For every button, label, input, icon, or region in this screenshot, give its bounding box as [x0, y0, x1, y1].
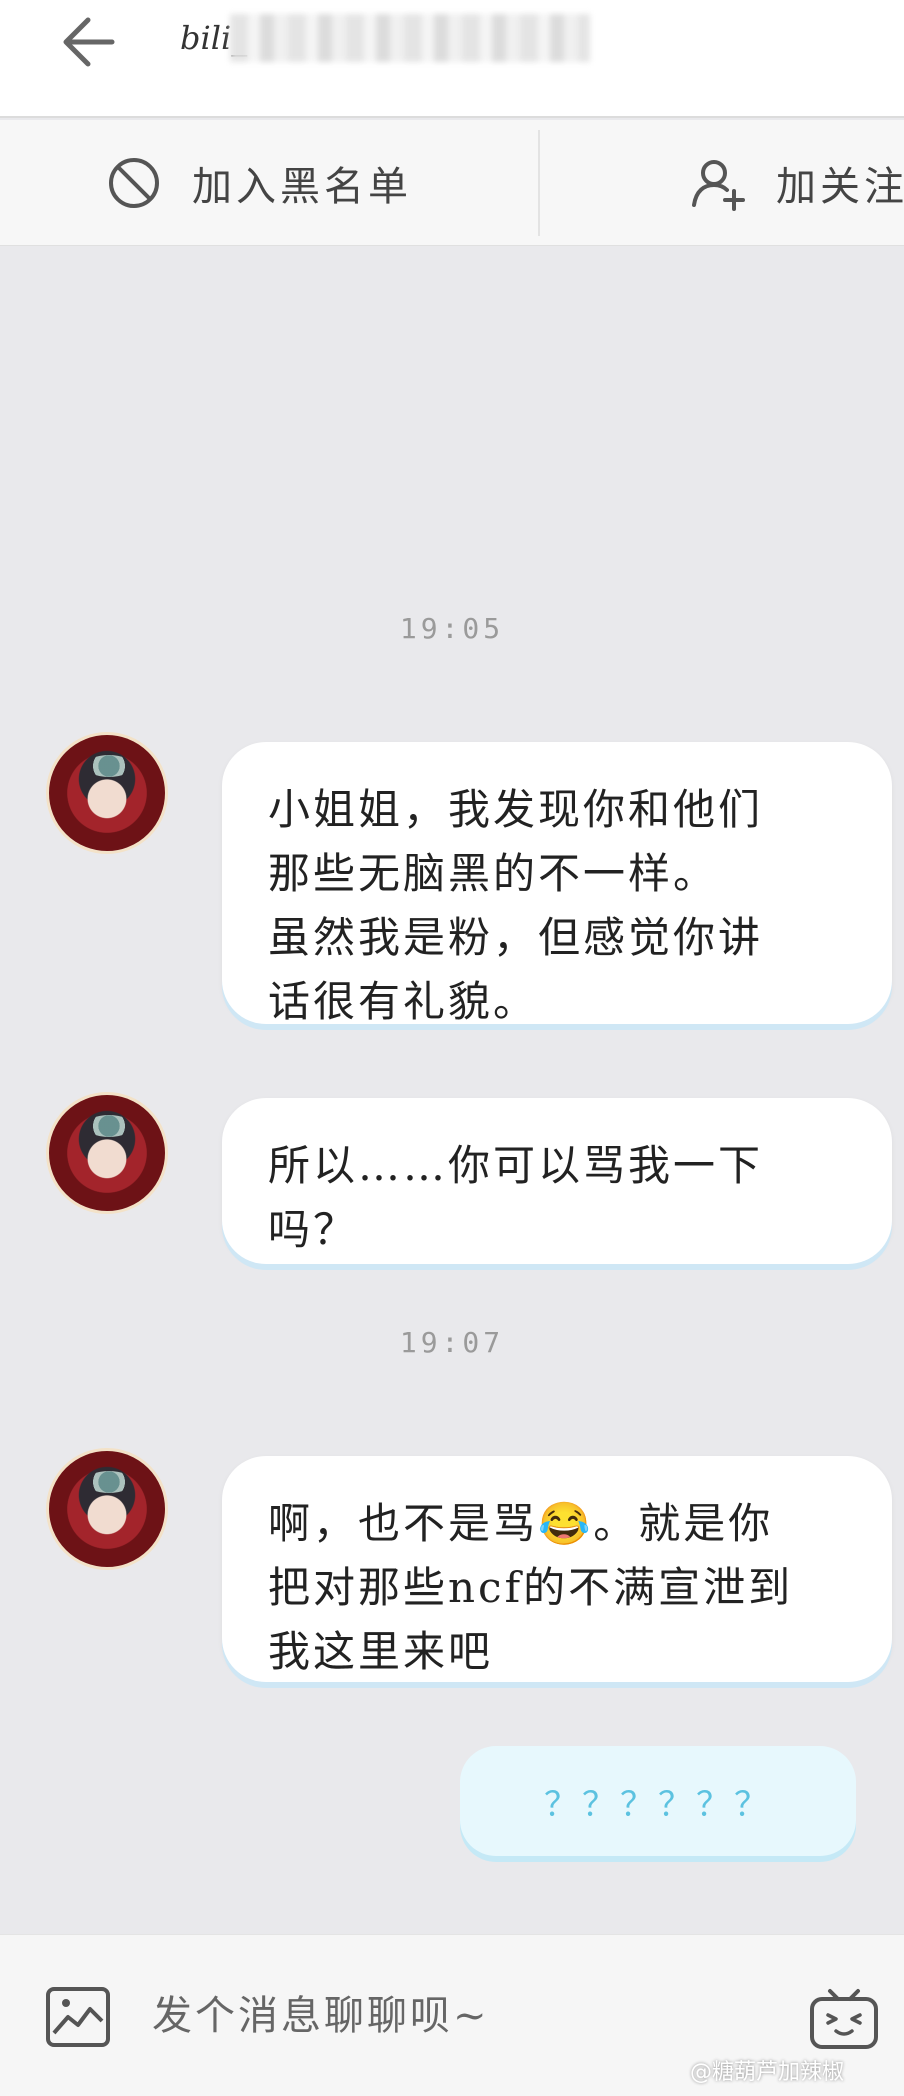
timestamp: 19:05: [399, 612, 505, 645]
top-bar: bili_: [0, 0, 904, 118]
watermark: @糖葫芦加辣椒: [690, 2060, 845, 2085]
follow-label: 加关注: [776, 164, 904, 210]
user-plus-icon: [692, 160, 745, 211]
image-icon[interactable]: [44, 1985, 112, 2049]
blacklist-button[interactable]: 加入黑名单: [106, 120, 412, 246]
message-bubble: 小姐姐，我发现你和他们 那些无脑黑的不一样。 虽然我是粉，但感觉你讲 话很有礼貌…: [222, 742, 892, 1026]
message-text: 所以……你可以骂我一下 吗？: [268, 1141, 764, 1254]
chat-area[interactable]: 19:05 小姐姐，我发现你和他们 那些无脑黑的不一样。 虽然我是粉，但感觉你讲…: [0, 246, 904, 1934]
bilibili-tv-icon[interactable]: [806, 1979, 882, 2055]
message-text: 小姐姐，我发现你和他们 那些无脑黑的不一样。 虽然我是粉，但感觉你讲 话很有礼貌…: [268, 785, 764, 1026]
message-bubble: 啊，也不是骂😂。就是你 把对那些ncf的不满宣泄到 我这里来吧: [222, 1456, 892, 1682]
avatar[interactable]: [46, 1092, 168, 1214]
avatar[interactable]: [46, 1448, 168, 1570]
action-bar: 加入黑名单 加关注: [0, 120, 904, 246]
back-arrow-icon[interactable]: [48, 6, 120, 78]
blacklist-label: 加入黑名单: [192, 164, 412, 210]
own-message-text: ？？？？？？: [544, 1784, 772, 1825]
blurred-username: [230, 14, 590, 62]
block-icon: [109, 158, 159, 208]
own-message-bubble: ？？？？？？: [460, 1746, 856, 1856]
message-input[interactable]: [150, 1971, 750, 2061]
avatar[interactable]: [46, 732, 168, 854]
action-divider: [538, 130, 540, 236]
message-bubble: 所以……你可以骂我一下 吗？: [222, 1098, 892, 1264]
timestamp: 19:07: [399, 1326, 505, 1359]
message-text: 啊，也不是骂😂。就是你 把对那些ncf的不满宣泄到 我这里来吧: [268, 1499, 794, 1676]
follow-button[interactable]: 加关注: [690, 120, 904, 246]
